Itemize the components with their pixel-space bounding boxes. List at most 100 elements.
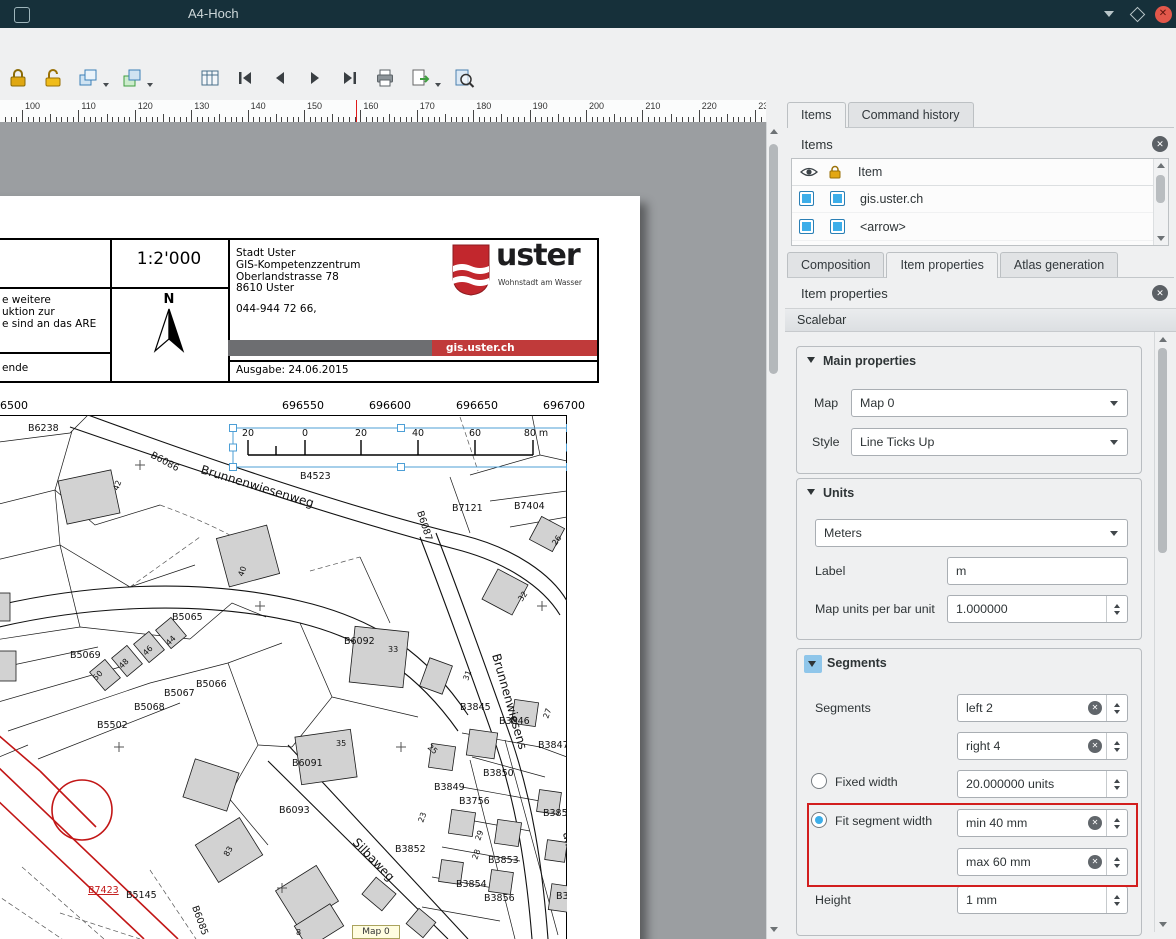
segments-left-spinner[interactable]: left 2 ✕ xyxy=(957,694,1128,722)
scalebar-item[interactable]: 20020406080 m xyxy=(230,425,568,471)
clear-icon[interactable]: ✕ xyxy=(1088,816,1102,830)
unlock-all-items-button[interactable] xyxy=(39,64,67,92)
clear-icon[interactable]: ✕ xyxy=(1088,739,1102,753)
scroll-down-icon[interactable] xyxy=(770,927,778,932)
height-spinner[interactable]: 1 mm xyxy=(957,886,1128,914)
fixed-width-radio[interactable] xyxy=(811,773,827,789)
tab-command-history[interactable]: Command history xyxy=(848,102,974,127)
units-select-value: Meters xyxy=(816,526,862,540)
first-feature-button[interactable] xyxy=(231,64,259,92)
items-panel-close-button[interactable]: ✕ xyxy=(1152,136,1168,152)
ruler-tick xyxy=(332,114,333,122)
item-row[interactable]: <arrow> xyxy=(792,213,1154,241)
map-label: B5502 xyxy=(97,720,128,731)
lock-closed-icon xyxy=(7,67,29,89)
red-cadastre-lines xyxy=(0,715,178,939)
item-row[interactable]: gis.uster.ch xyxy=(792,185,1154,213)
scrollbar-thumb[interactable] xyxy=(1156,175,1165,203)
map-label: B3854 xyxy=(456,879,487,890)
scroll-up-icon[interactable] xyxy=(770,129,778,134)
window-menu-icon[interactable] xyxy=(14,7,30,23)
segments-right-spinner[interactable]: right 4 ✕ xyxy=(957,732,1128,760)
items-list[interactable]: Item gis.uster.ch<arrow> xyxy=(791,158,1169,246)
scroll-down-icon[interactable] xyxy=(1157,236,1165,241)
ruler-tick xyxy=(671,114,672,122)
panel-mid-tabs: CompositionItem propertiesAtlas generati… xyxy=(787,250,1174,278)
fit-segment-width-radio[interactable] xyxy=(811,812,827,828)
fit-max-spinner[interactable]: max 60 mm ✕ xyxy=(957,848,1128,876)
selection-handles[interactable] xyxy=(230,425,568,471)
chevron-down-icon xyxy=(1110,401,1118,406)
raise-items-button[interactable] xyxy=(118,64,146,92)
item-lock-checkbox[interactable] xyxy=(830,191,845,206)
scroll-down-icon[interactable] xyxy=(1159,922,1167,927)
print-atlas-button[interactable] xyxy=(371,64,399,92)
spin-up-icon xyxy=(1114,741,1120,745)
clear-icon[interactable]: ✕ xyxy=(1088,855,1102,869)
item-visibility-checkbox[interactable] xyxy=(799,219,814,234)
composer-canvas[interactable]: 1:2'000 e weitereuktion zure sind an das… xyxy=(0,122,766,939)
scalebar-label: 60 xyxy=(469,428,481,439)
titlebar-close-button[interactable]: ✕ xyxy=(1154,5,1172,23)
map-units-per-bar-spinner[interactable]: 1.000000 xyxy=(947,595,1128,623)
scalebar-label: 80 m xyxy=(524,428,548,439)
spinner-buttons[interactable] xyxy=(1106,733,1127,759)
style-label: Style xyxy=(812,435,840,449)
tab-atlas-generation[interactable]: Atlas generation xyxy=(1000,252,1118,277)
address-block: Stadt UsterGIS-KompetenzzentrumOberlands… xyxy=(236,248,361,295)
collapse-arrow-icon[interactable] xyxy=(807,489,815,495)
spinner-buttons[interactable] xyxy=(1106,887,1127,913)
canvas-vertical-scrollbar[interactable] xyxy=(766,122,781,939)
item-lock-checkbox[interactable] xyxy=(830,219,845,234)
spinner-buttons[interactable] xyxy=(1106,695,1127,721)
previous-feature-button[interactable] xyxy=(266,64,294,92)
last-feature-icon xyxy=(339,67,361,89)
fit-min-spinner[interactable]: min 40 mm ✕ xyxy=(957,809,1128,837)
map-label: B3856 xyxy=(484,893,515,904)
marginal-text-line: e sind an das ARE xyxy=(2,318,96,330)
spinner-buttons[interactable] xyxy=(1106,596,1127,622)
spinner-buttons[interactable] xyxy=(1106,849,1127,875)
first-feature-icon xyxy=(234,67,256,89)
item-properties-close-button[interactable]: ✕ xyxy=(1152,285,1168,301)
panel-vertical-scrollbar[interactable] xyxy=(1154,332,1170,932)
last-feature-button[interactable] xyxy=(336,64,364,92)
tab-items[interactable]: Items xyxy=(787,102,846,128)
titlebar-shade-button[interactable] xyxy=(1100,5,1118,23)
group-items-button[interactable] xyxy=(74,64,102,92)
preview-atlas-button[interactable] xyxy=(450,64,478,92)
style-select[interactable]: Line Ticks Up xyxy=(851,428,1128,456)
fixed-width-spinner[interactable]: 20.000000 units xyxy=(957,770,1128,798)
lock-selected-items-button[interactable] xyxy=(4,64,32,92)
export-atlas-button[interactable] xyxy=(406,64,434,92)
map-label: B6086 xyxy=(149,450,181,474)
unit-label-input[interactable]: m xyxy=(947,557,1128,585)
titlebar-maximize-button[interactable] xyxy=(1128,5,1146,23)
spinner-buttons[interactable] xyxy=(1106,771,1127,797)
units-select[interactable]: Meters xyxy=(815,519,1128,547)
map-label: B5066 xyxy=(196,679,227,690)
clear-icon[interactable]: ✕ xyxy=(1088,701,1102,715)
atlas-settings-button[interactable] xyxy=(196,64,224,92)
map-item[interactable]: B623842B6086BrunnenwiesenwegB4523B6087B7… xyxy=(0,415,567,939)
items-list-scrollbar[interactable] xyxy=(1153,159,1168,245)
unit-label-label: Label xyxy=(815,564,845,578)
next-feature-button[interactable] xyxy=(301,64,329,92)
ruler-tick xyxy=(614,114,615,122)
scrollbar-thumb[interactable] xyxy=(769,144,778,374)
tab-item-properties[interactable]: Item properties xyxy=(886,252,997,278)
map-coordinate: 6500 xyxy=(0,399,28,412)
collapse-arrow-icon[interactable] xyxy=(808,661,816,667)
item-visibility-checkbox[interactable] xyxy=(799,191,814,206)
scroll-up-icon[interactable] xyxy=(1157,163,1165,168)
map-select[interactable]: Map 0 xyxy=(851,389,1128,417)
atlas-settings-icon xyxy=(199,67,221,89)
scrollbar-thumb[interactable] xyxy=(1158,348,1167,553)
composition-page[interactable]: 1:2'000 e weitereuktion zure sind an das… xyxy=(0,196,640,939)
map-label: 23 xyxy=(416,811,428,824)
collapse-arrow-icon[interactable] xyxy=(807,357,815,363)
ruler-cursor-marker xyxy=(356,100,357,122)
tab-composition[interactable]: Composition xyxy=(787,252,884,277)
spinner-buttons[interactable] xyxy=(1106,810,1127,836)
scroll-up-icon[interactable] xyxy=(1159,337,1167,342)
